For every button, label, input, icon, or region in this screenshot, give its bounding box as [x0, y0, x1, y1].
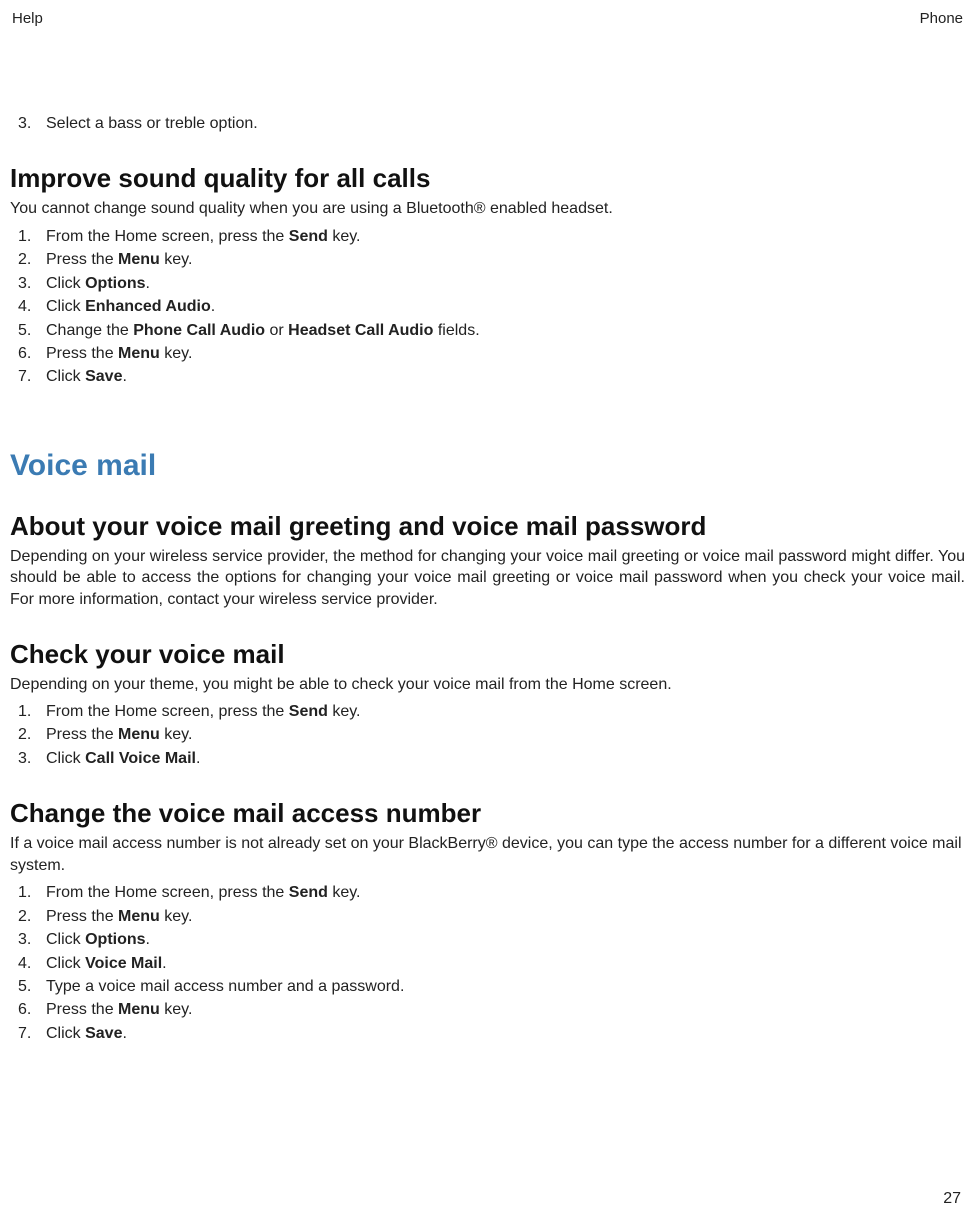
bold-term: Voice Mail: [85, 955, 162, 972]
step-text: From the Home screen, press the Send key…: [46, 701, 965, 723]
step-text: Press the Menu key.: [46, 724, 965, 746]
step-text: Press the Menu key.: [46, 249, 965, 271]
bold-term: Send: [289, 228, 328, 245]
check-voicemail-intro: Depending on your theme, you might be ab…: [10, 674, 965, 696]
page-content: 3. Select a bass or treble option. Impro…: [10, 31, 965, 1045]
step-number: 1.: [18, 701, 46, 723]
bold-term: Menu: [118, 251, 160, 268]
bold-term: Options: [85, 275, 145, 292]
heading-check-voicemail: Check your voice mail: [10, 639, 965, 670]
bold-term: Menu: [118, 1001, 160, 1018]
bold-term: Phone Call Audio: [133, 322, 265, 339]
page-number: 27: [943, 1190, 961, 1208]
step-text: Click Save.: [46, 366, 965, 388]
step-text: Press the Menu key.: [46, 999, 965, 1021]
header-right: Phone: [920, 10, 963, 27]
step-number: 6.: [18, 343, 46, 365]
list-item: 5.Type a voice mail access number and a …: [18, 976, 965, 998]
bold-term: Send: [289, 703, 328, 720]
header-left: Help: [12, 10, 43, 27]
step-text: From the Home screen, press the Send key…: [46, 226, 965, 248]
step-text: Type a voice mail access number and a pa…: [46, 976, 965, 998]
list-item: 3.Click Options.: [18, 273, 965, 295]
bold-term: Headset Call Audio: [288, 322, 433, 339]
bold-term: Save: [85, 1025, 122, 1042]
step-text: Click Voice Mail.: [46, 953, 965, 975]
heading-change-voicemail-number: Change the voice mail access number: [10, 798, 965, 829]
step-text: Click Call Voice Mail.: [46, 748, 965, 770]
bold-term: Menu: [118, 726, 160, 743]
list-item: 2.Press the Menu key.: [18, 906, 965, 928]
bold-term: Send: [289, 884, 328, 901]
list-item: 3.Click Call Voice Mail.: [18, 748, 965, 770]
list-item: 4.Click Enhanced Audio.: [18, 296, 965, 318]
list-item: 4.Click Voice Mail.: [18, 953, 965, 975]
bold-term: Options: [85, 931, 145, 948]
list-item: 1.From the Home screen, press the Send k…: [18, 701, 965, 723]
bold-term: Call Voice Mail: [85, 750, 196, 767]
sound-quality-intro: You cannot change sound quality when you…: [10, 198, 965, 220]
list-item: 3.Click Options.: [18, 929, 965, 951]
heading-sound-quality: Improve sound quality for all calls: [10, 163, 965, 194]
list-item: 5.Change the Phone Call Audio or Headset…: [18, 320, 965, 342]
step-number: 2.: [18, 906, 46, 928]
sound-quality-steps: 1.From the Home screen, press the Send k…: [10, 226, 965, 389]
list-item: 2.Press the Menu key.: [18, 724, 965, 746]
step-number: 2.: [18, 249, 46, 271]
step-text: Click Options.: [46, 273, 965, 295]
about-voicemail-para: Depending on your wireless service provi…: [10, 546, 965, 611]
step-number: 6.: [18, 999, 46, 1021]
step-number: 3.: [18, 273, 46, 295]
step-text: Press the Menu key.: [46, 343, 965, 365]
change-voicemail-intro: If a voice mail access number is not alr…: [10, 833, 965, 876]
step-text: Press the Menu key.: [46, 906, 965, 928]
step-number: 3.: [18, 113, 46, 135]
list-item: 7.Click Save.: [18, 366, 965, 388]
step-text: Click Enhanced Audio.: [46, 296, 965, 318]
heading-voice-mail: Voice mail: [10, 449, 965, 483]
bold-term: Menu: [118, 908, 160, 925]
step-number: 4.: [18, 296, 46, 318]
bold-term: Save: [85, 368, 122, 385]
heading-about-voicemail: About your voice mail greeting and voice…: [10, 511, 965, 542]
prior-step-list: 3. Select a bass or treble option.: [10, 113, 965, 135]
step-text: Change the Phone Call Audio or Headset C…: [46, 320, 965, 342]
list-item: 2.Press the Menu key.: [18, 249, 965, 271]
step-number: 1.: [18, 882, 46, 904]
step-number: 3.: [18, 929, 46, 951]
step-text: Click Save.: [46, 1023, 965, 1045]
check-voicemail-steps: 1.From the Home screen, press the Send k…: [10, 701, 965, 770]
bold-term: Menu: [118, 345, 160, 362]
list-item: 6.Press the Menu key.: [18, 999, 965, 1021]
page-header: Help Phone: [10, 10, 965, 31]
list-item: 6.Press the Menu key.: [18, 343, 965, 365]
step-number: 7.: [18, 366, 46, 388]
step-text: Select a bass or treble option.: [46, 113, 965, 135]
step-number: 1.: [18, 226, 46, 248]
list-item: 1.From the Home screen, press the Send k…: [18, 226, 965, 248]
list-item: 7.Click Save.: [18, 1023, 965, 1045]
step-number: 3.: [18, 748, 46, 770]
step-number: 4.: [18, 953, 46, 975]
step-text: Click Options.: [46, 929, 965, 951]
bold-term: Enhanced Audio: [85, 298, 211, 315]
change-voicemail-steps: 1.From the Home screen, press the Send k…: [10, 882, 965, 1045]
step-number: 5.: [18, 976, 46, 998]
step-number: 5.: [18, 320, 46, 342]
list-item: 1.From the Home screen, press the Send k…: [18, 882, 965, 904]
step-number: 2.: [18, 724, 46, 746]
step-text: From the Home screen, press the Send key…: [46, 882, 965, 904]
step-number: 7.: [18, 1023, 46, 1045]
list-item: 3. Select a bass or treble option.: [18, 113, 965, 135]
